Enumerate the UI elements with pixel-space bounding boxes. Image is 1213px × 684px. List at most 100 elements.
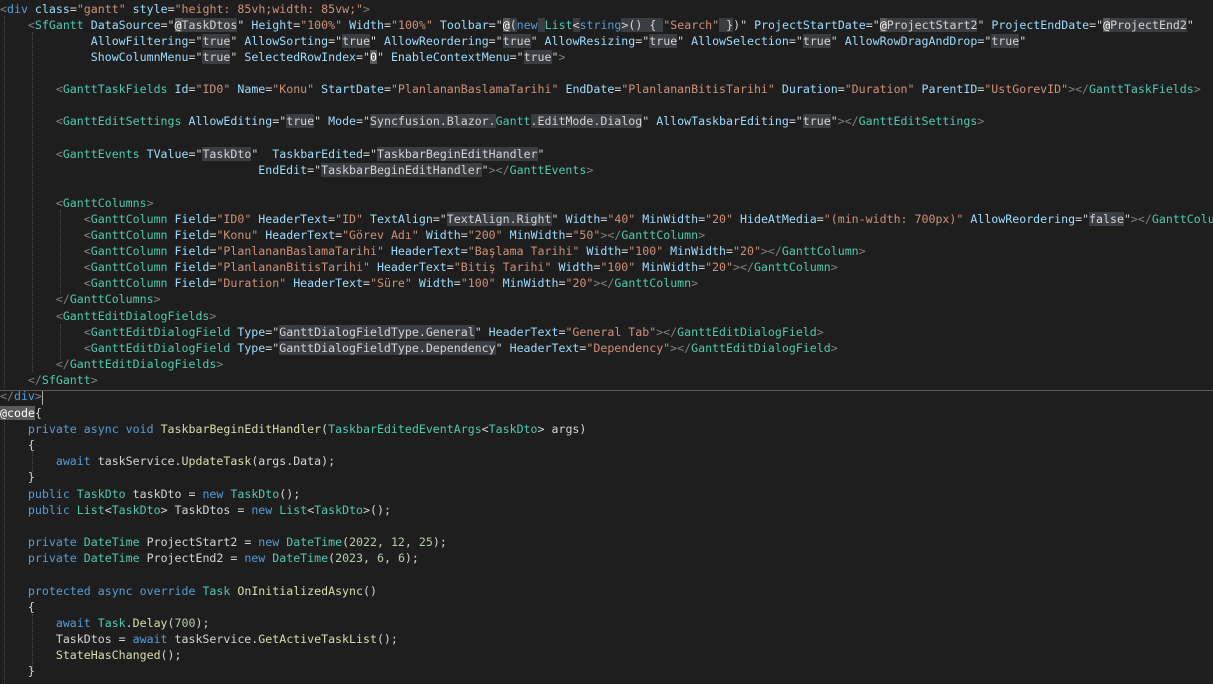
code-token: Task [202, 584, 231, 598]
code-line[interactable]: <div class="gantt" style="height: 85vh;w… [0, 1, 370, 17]
code-line[interactable]: </div> [0, 388, 42, 404]
code-token: AllowReordering [970, 212, 1076, 226]
code-token: Height [251, 18, 294, 32]
code-token: 6 [397, 551, 405, 565]
code-token: "Başlama Tarihi" [467, 244, 580, 258]
code-token: < [83, 228, 91, 242]
code-line[interactable]: } [0, 663, 35, 679]
code-line[interactable]: <GanttColumn Field="PlanlananBaslamaTari… [0, 243, 866, 259]
code-line[interactable]: <GanttColumn Field="Konu" HeaderText="Gö… [0, 227, 705, 243]
code-token: { [0, 600, 35, 614]
code-token: ></ [488, 163, 510, 177]
code-token: , [383, 551, 398, 565]
code-line[interactable]: </GanttColumns> [0, 291, 161, 307]
code-token: await [132, 632, 168, 646]
text-cursor [42, 391, 43, 405]
code-line[interactable]: public List<TaskDto> TaskDtos = new List… [0, 502, 391, 518]
code-token: true [286, 114, 315, 128]
code-token: string [579, 18, 622, 32]
code-token: GanttEditDialogField [691, 341, 831, 355]
code-token: < [55, 82, 63, 96]
code-token: </ [55, 292, 70, 306]
code-token: >(); [363, 503, 391, 517]
code-line[interactable]: <GanttEditDialogFields> [0, 308, 217, 324]
code-token: GanttEditSettings [62, 114, 182, 128]
code-line[interactable]: { [0, 599, 35, 615]
code-token: "Bitiş Tarihi" [453, 260, 552, 274]
code-token: HeaderText [293, 276, 364, 290]
code-token: =" [356, 50, 370, 64]
code-token: 700 [174, 616, 196, 630]
code-token: AllowReordering [383, 34, 489, 48]
code-token: SfGantt [34, 18, 84, 32]
code-line[interactable]: private DateTime ProjectStart2 = new Dat… [0, 534, 447, 550]
code-token: ProjectStart2 = [139, 535, 259, 549]
code-token: = [383, 82, 391, 96]
code-token: AllowResizing [544, 34, 636, 48]
code-token: TaskDtos [181, 18, 238, 32]
code-line[interactable]: <GanttColumn Field="ID0" HeaderText="ID"… [0, 211, 1213, 227]
code-token: Width [418, 276, 454, 290]
code-line[interactable]: await Task.Delay(700); [0, 615, 210, 631]
code-token: ProjectEndDate [991, 18, 1090, 32]
code-token: =" [509, 50, 524, 64]
code-token: GanttEvents [62, 147, 140, 161]
code-token: 6 [376, 551, 384, 565]
code-line[interactable]: StateHasChanged(); [0, 647, 182, 663]
code-line[interactable]: private DateTime ProjectEnd2 = new DateT… [0, 550, 419, 566]
code-token: GanttTaskFields [62, 82, 168, 96]
code-token: Gantt [495, 114, 531, 128]
code-token: DateTime [286, 535, 343, 549]
code-line[interactable]: <GanttColumn Field="Duration" HeaderText… [0, 275, 698, 291]
code-line[interactable]: private async void TaskbarBeginEditHandl… [0, 421, 586, 437]
code-line[interactable]: <GanttEditDialogField Type="GanttDialogF… [0, 340, 838, 356]
code-token: TValue [146, 147, 189, 161]
code-editor[interactable]: <div class="gantt" style="height: 85vh;w… [0, 0, 1213, 684]
code-line[interactable]: public TaskDto taskDto = new TaskDto(); [0, 486, 300, 502]
code-line[interactable]: } [0, 469, 35, 485]
code-token: ProjectStart2 [886, 18, 978, 32]
code-line[interactable]: EndEdit="TaskbarBeginEditHandler"></Gant… [0, 162, 593, 178]
code-token: true [649, 34, 678, 48]
code-token: @ [174, 18, 182, 32]
code-token: )" [733, 18, 755, 32]
code-line[interactable]: { [0, 437, 35, 453]
code-token: =" [488, 34, 503, 48]
code-line[interactable]: <SfGantt DataSource="@TaskDtos" Height="… [0, 17, 1194, 33]
code-line[interactable]: <GanttEditSettings AllowEditing="true" M… [0, 113, 984, 129]
code-line[interactable]: <GanttEditDialogField Type="GanttDialogF… [0, 324, 824, 340]
code-line[interactable]: TaskDtos = await taskService.GetActiveTa… [0, 631, 398, 647]
code-token: =" [160, 18, 175, 32]
code-line[interactable]: AllowFiltering="true" AllowSorting="true… [0, 33, 1026, 49]
code-line[interactable]: ShowColumnMenu="true" SelectedRowIndex="… [0, 49, 565, 65]
code-token: ( [167, 616, 175, 630]
code-token: " [251, 147, 273, 161]
code-token: > [363, 2, 371, 16]
code-token: "gantt" [76, 2, 126, 16]
code-line[interactable]: </SfGantt> [0, 372, 98, 388]
code-token: GanttEditDialogField [90, 341, 231, 355]
code-token: GanttEditDialogField [90, 325, 231, 339]
code-line[interactable]: <GanttEvents TValue="TaskDto" TaskbarEdi… [0, 146, 545, 162]
code-line[interactable]: <GanttColumn Field="PlanlananBitisTarihi… [0, 259, 838, 275]
code-token: UpdateTask [181, 454, 252, 468]
code-token: , [376, 535, 391, 549]
code-token: < [83, 341, 91, 355]
code-line[interactable]: <GanttColumns> [0, 195, 154, 211]
code-token: ></ [656, 325, 678, 339]
code-token: > [816, 325, 824, 339]
code-line[interactable]: </GanttEditDialogFields> [0, 356, 224, 372]
code-token: "ID0" [216, 212, 252, 226]
code-line[interactable]: protected async override Task OnInitiali… [0, 583, 377, 599]
code-line[interactable]: await taskService.UpdateTask(args.Data); [0, 453, 335, 469]
code-line[interactable]: <GanttTaskFields Id="ID0" Name="Konu" St… [0, 81, 1201, 97]
code-line[interactable]: @code{ [0, 405, 42, 421]
code-token: EndDate [565, 82, 615, 96]
